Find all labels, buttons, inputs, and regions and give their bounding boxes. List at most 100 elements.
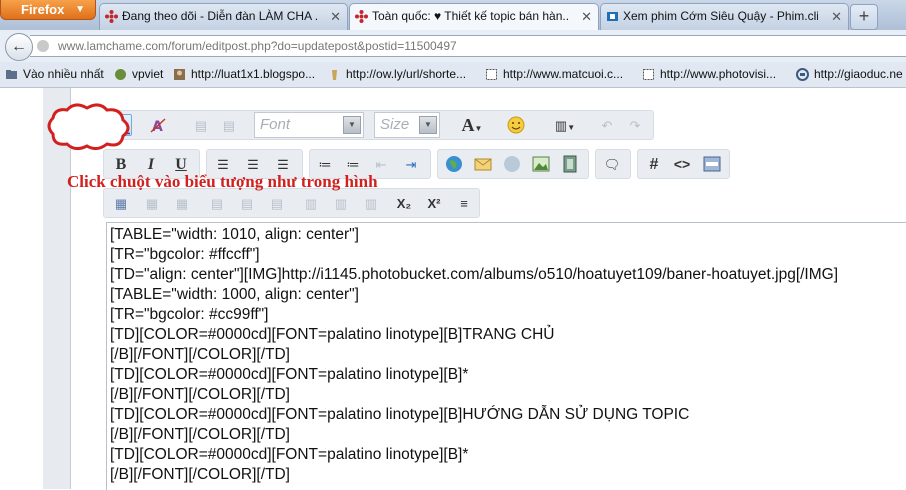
firefox-menu-button[interactable]: Firefox ▼ xyxy=(0,0,96,20)
table-row-button[interactable]: ▦ xyxy=(141,192,163,214)
editor-line: [TR="bgcolor: #ffccff"] xyxy=(110,246,260,263)
paste-text-button[interactable]: ▤ xyxy=(218,114,240,136)
bookmarks-folder-icon xyxy=(6,70,17,79)
undo-button[interactable]: ↶ xyxy=(596,114,618,136)
quote-button[interactable]: 🗨 xyxy=(601,153,623,175)
font-select[interactable]: Font ▼ xyxy=(254,112,364,138)
bookmark-photovisi[interactable]: http://www.photovisi... xyxy=(640,62,776,87)
paste-button[interactable]: ▤ xyxy=(190,114,212,136)
chevron-down-icon: ▼ xyxy=(343,116,361,134)
firefox-menu-label: Firefox xyxy=(21,2,65,17)
insert-email-button[interactable] xyxy=(472,153,494,175)
paste-icon: ▤ xyxy=(194,118,208,133)
bookmark-matcuoi[interactable]: http://www.matcuoi.c... xyxy=(483,62,623,87)
remove-link-button[interactable] xyxy=(501,153,523,175)
insert-row-above-button[interactable]: ▤ xyxy=(206,192,228,214)
attachment-button[interactable]: ▥▼ xyxy=(545,114,585,136)
bookmark-vpviet[interactable]: vpviet xyxy=(112,62,163,87)
bookmark-most-visited[interactable]: Vào nhiều nhất xyxy=(3,62,104,87)
editor-line: [TD="align: center"][IMG]http://i1145.ph… xyxy=(110,266,839,283)
close-icon[interactable]: ✕ xyxy=(831,4,842,29)
tab-3[interactable]: Xem phim Cớm Siêu Quậy - Phim.cli... ✕ xyxy=(600,3,849,30)
bookmark-owly[interactable]: http://ow.ly/url/shorte... xyxy=(326,62,466,87)
text-color-icon: A xyxy=(461,115,475,135)
bookmarks-toolbar: Vào nhiều nhất vpviet http://luat1x1.blo… xyxy=(0,62,906,88)
superscript-button[interactable]: X² xyxy=(423,192,445,214)
insert-column-right-button[interactable]: ▥ xyxy=(330,192,352,214)
insert-column-left-button[interactable]: ▥ xyxy=(300,192,322,214)
close-icon[interactable]: ✕ xyxy=(581,4,592,29)
unordered-list-icon: ≔ xyxy=(346,157,360,172)
delete-column-button[interactable]: ▥ xyxy=(360,192,382,214)
tab-1[interactable]: Đang theo dõi - Diễn đàn LÀM CHA ... ✕ xyxy=(99,3,348,30)
size-select-value: Size xyxy=(380,116,410,133)
table-row-icon: ▦ xyxy=(145,196,159,211)
insert-row-below-button[interactable]: ▤ xyxy=(236,192,258,214)
paste-text-icon: ▤ xyxy=(222,118,236,133)
avatar-favicon-icon xyxy=(174,69,185,80)
new-tab-button[interactable]: + xyxy=(850,4,878,30)
insert-row-icon: ▤ xyxy=(210,196,224,211)
size-select[interactable]: Size ▼ xyxy=(374,112,440,138)
insert-image-button[interactable] xyxy=(530,153,552,175)
php-icon xyxy=(703,156,721,172)
close-icon[interactable]: ✕ xyxy=(330,4,341,29)
font-select-value: Font xyxy=(260,116,291,133)
unlink-icon xyxy=(504,156,520,172)
align-left-icon: ☰ xyxy=(217,157,229,172)
editor-line: [TR="bgcolor: #cc99ff"] xyxy=(110,306,269,323)
bookmark-label: vpviet xyxy=(132,67,164,81)
remove-format-button[interactable]: A xyxy=(147,114,169,136)
align-right-icon: ☰ xyxy=(277,157,289,172)
smiley-icon xyxy=(507,116,525,134)
back-button[interactable]: ← xyxy=(5,33,33,61)
insert-link-button[interactable] xyxy=(443,153,465,175)
smilies-button[interactable] xyxy=(505,114,527,136)
insert-column-icon: ▥ xyxy=(304,196,318,211)
feed-favicon-icon xyxy=(796,68,809,81)
editor-line: [TD][COLOR=#0000cd][FONT=palatino linoty… xyxy=(110,446,469,463)
text-color-button[interactable]: A▼ xyxy=(454,114,490,136)
table-button[interactable]: ▦ xyxy=(110,192,132,214)
align-center-icon: ☰ xyxy=(247,157,259,172)
instruction-annotation: Click chuột vào biểu tượng như trong hìn… xyxy=(67,172,378,191)
highlight-cloud-annotation xyxy=(47,103,130,151)
insert-video-button[interactable] xyxy=(559,153,581,175)
bookmark-label: http://luat1x1.blogspo... xyxy=(191,67,316,81)
editor-line: [/B][/FONT][/COLOR][/TD] xyxy=(110,386,290,403)
image-icon xyxy=(532,156,550,172)
globe-link-icon xyxy=(446,156,462,172)
bookmark-label: Vào nhiều nhất xyxy=(23,67,104,81)
chevron-down-icon: ▼ xyxy=(75,4,85,15)
owl-favicon-icon xyxy=(332,70,337,80)
bookmark-giaoduc[interactable]: http://giaoduc.ne xyxy=(794,62,903,87)
bookmark-label: http://ow.ly/url/shorte... xyxy=(346,67,467,81)
editor-line: [TD][COLOR=#0000cd][FONT=palatino linoty… xyxy=(110,406,690,423)
editor-line: [TD][COLOR=#0000cd][FONT=palatino linoty… xyxy=(110,326,555,343)
subscript-button[interactable]: X₂ xyxy=(393,192,415,214)
bookmark-label: http://www.matcuoi.c... xyxy=(503,67,624,81)
table-delete-button[interactable]: ▦ xyxy=(171,192,193,214)
chevron-down-icon: ▼ xyxy=(567,123,576,132)
remove-format-icon: A xyxy=(150,118,166,135)
indent-button[interactable]: ⇥ xyxy=(400,153,422,175)
redo-button[interactable]: ↷ xyxy=(624,114,646,136)
forum-favicon-icon xyxy=(355,10,368,23)
editor-line: [/B][/FONT][/COLOR][/TD] xyxy=(110,346,290,363)
blank-page-icon xyxy=(643,69,654,80)
horizontal-rule-button[interactable]: ≡ xyxy=(453,192,475,214)
tab-title: Đang theo dõi - Diễn đàn LÀM CHA ... xyxy=(122,9,317,23)
delete-row-button[interactable]: ▤ xyxy=(266,192,288,214)
table-delete-icon: ▦ xyxy=(175,196,189,211)
ordered-list-icon: ≔ xyxy=(318,157,332,172)
bookmark-luat1x1[interactable]: http://luat1x1.blogspo... xyxy=(171,62,315,87)
post-editor-textarea[interactable]: [TABLE="width: 1010, align: center"] [TR… xyxy=(106,222,906,490)
wrap-html-button[interactable]: <> xyxy=(671,153,693,175)
wrap-php-button[interactable] xyxy=(701,153,723,175)
wrap-code-button[interactable]: # xyxy=(643,153,665,175)
tab-2-active[interactable]: Toàn quốc: ♥ Thiết kế topic bán hàn... ✕ xyxy=(349,3,599,31)
indent-icon: ⇥ xyxy=(405,157,417,172)
globe-icon xyxy=(37,40,49,52)
address-bar[interactable]: www.lamchame.com/forum/editpost.php?do=u… xyxy=(30,35,906,57)
url-text: www.lamchame.com/forum/editpost.php?do=u… xyxy=(58,39,457,53)
